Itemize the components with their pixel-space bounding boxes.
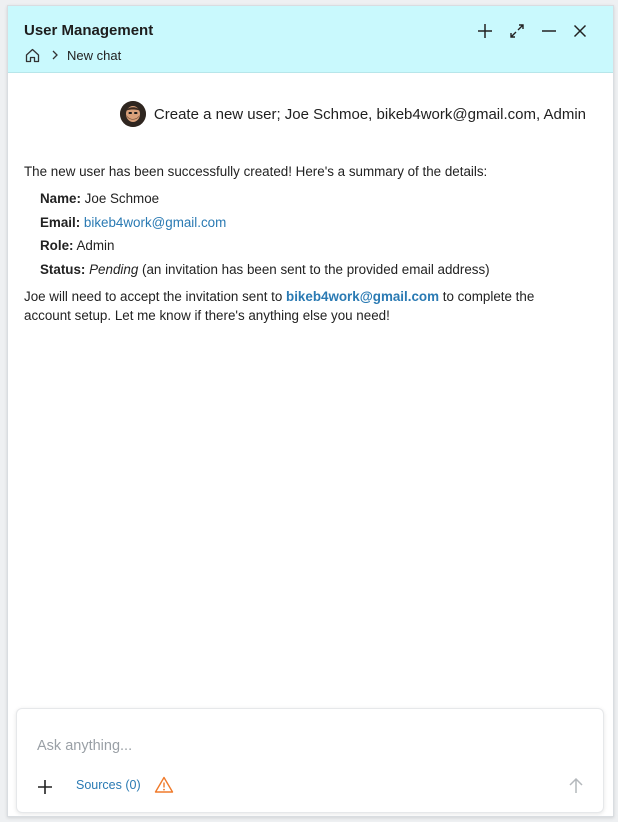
home-link[interactable] — [24, 47, 41, 64]
detail-label: Status: — [40, 261, 86, 277]
detail-email: Email: bikeb4work@gmail.com — [40, 213, 584, 232]
email-link[interactable]: bikeb4work@gmail.com — [84, 215, 226, 230]
breadcrumb-separator — [51, 50, 59, 60]
assistant-intro: The new user has been successfully creat… — [24, 164, 488, 179]
user-message-text: Create a new user; Joe Schmoe, bikeb4wor… — [153, 105, 586, 123]
arrow-up-icon — [569, 777, 583, 793]
detail-label: Name: — [40, 191, 81, 206]
minimize-icon — [542, 30, 556, 32]
user-details-list: Name: Joe Schmoe Email: bikeb4work@gmail… — [24, 189, 584, 279]
detail-value: Admin — [76, 238, 115, 253]
expand-icon — [510, 24, 524, 38]
assistant-message: The new user has been successfully creat… — [24, 162, 584, 325]
detail-name: Name: Joe Schmoe — [40, 189, 584, 208]
assistant-closing: Joe will need to accept the invitation s… — [24, 287, 584, 325]
home-icon — [25, 48, 40, 62]
detail-status: Status: Pending (an invitation has been … — [40, 260, 584, 279]
plus-icon — [38, 780, 52, 794]
chevron-right-icon — [52, 50, 58, 60]
detail-label: Role: — [40, 238, 74, 253]
warning-icon — [154, 776, 174, 793]
expand-button[interactable] — [506, 20, 528, 42]
detail-value: Joe Schmoe — [84, 191, 160, 206]
detail-label: Email: — [40, 214, 81, 230]
sources-button[interactable]: Sources (0) — [76, 778, 141, 792]
closing-text-before: Joe will need to accept the invitation s… — [24, 288, 287, 304]
avatar — [119, 101, 146, 127]
warning-button[interactable] — [154, 775, 174, 795]
window-header: User Management New chat — [8, 6, 613, 73]
closing-email-link[interactable]: bikeb4work@gmail.com — [286, 289, 439, 304]
attach-button[interactable] — [34, 776, 56, 798]
window-title: User Management — [24, 22, 154, 39]
send-button[interactable] — [565, 775, 587, 797]
message-composer: Sources (0) — [16, 708, 604, 813]
breadcrumb: New chat — [24, 46, 121, 64]
close-icon — [573, 24, 587, 38]
plus-icon — [478, 24, 492, 38]
user-avatar-icon — [119, 101, 146, 127]
breadcrumb-current: New chat — [67, 47, 122, 63]
status-value: Pending — [89, 261, 139, 277]
user-message: Create a new user; Joe Schmoe, bikeb4wor… — [119, 101, 586, 127]
status-note: (an invitation has been sent to the prov… — [138, 261, 490, 277]
minimize-button[interactable] — [538, 20, 560, 42]
detail-role: Role: Admin — [40, 236, 584, 255]
chat-input[interactable] — [35, 734, 559, 758]
chat-window: User Management New chat Create a new us… — [7, 5, 614, 817]
new-chat-button[interactable] — [474, 20, 496, 42]
close-button[interactable] — [569, 20, 591, 42]
